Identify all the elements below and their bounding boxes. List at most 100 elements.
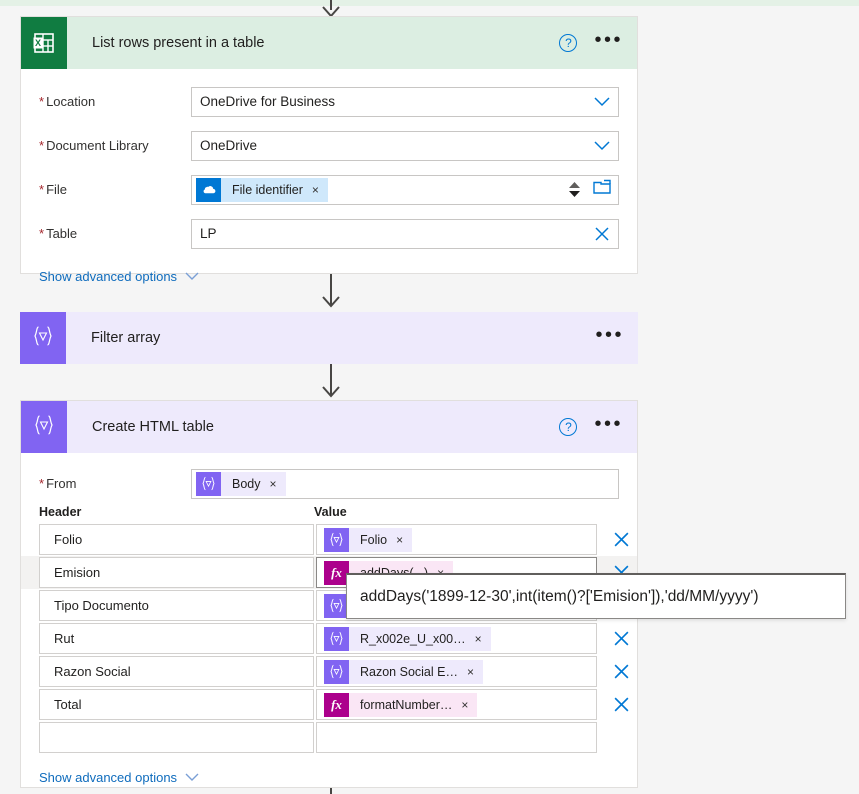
excel-icon: X	[21, 17, 67, 69]
connector-arrow-1	[322, 296, 340, 308]
token-remove-icon[interactable]: ×	[312, 183, 319, 197]
value-input[interactable]: R_x002e_U_x00… ×	[316, 623, 597, 654]
header-input[interactable]: Rut	[39, 623, 314, 654]
help-icon[interactable]: ?	[559, 34, 578, 52]
folder-picker-icon[interactable]	[593, 179, 612, 200]
form-row-file: * File File identifier ×	[21, 171, 637, 208]
token-remove-icon[interactable]: ×	[475, 632, 482, 646]
table-field[interactable]: LP	[191, 218, 619, 249]
card-header-actions: ? •••	[559, 401, 623, 453]
card-title: Create HTML table	[92, 419, 214, 435]
table-row: Rut R_x002e_U_x00… ×	[21, 622, 637, 655]
action-card-list-rows[interactable]: X List rows present in a table ? ••• * Lo…	[20, 16, 638, 284]
required-indicator: *	[39, 226, 45, 241]
location-field[interactable]: OneDrive for Business	[191, 86, 619, 117]
expression-preview-text: addDays('1899-12-30',int(item()?['Emisio…	[360, 587, 759, 605]
onedrive-icon	[196, 177, 221, 202]
from-field[interactable]: Body ×	[191, 468, 619, 499]
value-input[interactable]: Razon Social E… ×	[316, 656, 597, 687]
header-input[interactable]: Tipo Documento	[39, 590, 314, 621]
token-chip-value[interactable]: Razon Social E… ×	[324, 659, 483, 684]
help-icon[interactable]: ?	[559, 418, 578, 436]
token-chip-body[interactable]: Body ×	[196, 471, 286, 496]
column-header-value: Value	[314, 505, 347, 519]
delete-row-icon[interactable]	[613, 630, 630, 647]
token-chip-label: Body ×	[221, 471, 286, 496]
field-label-table: * Table	[39, 226, 78, 241]
field-label-from: * From	[39, 476, 77, 491]
advanced-options-label: Show advanced options	[39, 269, 178, 284]
value-input[interactable]: fx formatNumber… ×	[316, 689, 597, 720]
header-input[interactable]: Folio	[39, 524, 314, 555]
chevron-down-icon	[185, 269, 199, 284]
header-input[interactable]: Total	[39, 689, 314, 720]
token-remove-icon[interactable]: ×	[461, 698, 468, 712]
form-row-location: * Location OneDrive for Business	[21, 83, 637, 120]
token-chip-value[interactable]: Folio ×	[324, 527, 413, 552]
card-body-create-html-table: * From Body × Header Value Folio Folio ×…	[21, 465, 637, 787]
card-header-create-html-table[interactable]: Create HTML table ? •••	[21, 401, 637, 453]
card-header-filter-array[interactable]: Filter array •••	[20, 312, 638, 364]
table-row	[21, 721, 637, 754]
table-row: Razon Social Razon Social E… ×	[21, 655, 637, 688]
spinner-stepper-icon[interactable]	[567, 181, 582, 198]
braces-glyph	[32, 414, 56, 441]
required-indicator: *	[39, 476, 45, 491]
card-header-list-rows[interactable]: X List rows present in a table ? •••	[21, 17, 637, 69]
card-title: List rows present in a table	[92, 35, 265, 51]
form-row-document-library: * Document Library OneDrive	[21, 127, 637, 164]
token-chip-file-identifier[interactable]: File identifier ×	[196, 177, 328, 202]
location-value: OneDrive for Business	[200, 94, 336, 109]
header-input[interactable]	[39, 722, 314, 753]
file-field[interactable]: File identifier ×	[191, 174, 619, 205]
delete-row-icon[interactable]	[613, 696, 630, 713]
advanced-options-label: Show advanced options	[39, 770, 178, 785]
required-indicator: *	[39, 94, 45, 109]
braces-glyph	[31, 325, 55, 352]
delete-row-icon[interactable]	[613, 663, 630, 680]
column-header-header: Header	[39, 505, 82, 519]
token-chip-value[interactable]: R_x002e_U_x00… ×	[324, 626, 491, 651]
chevron-down-icon[interactable]	[594, 96, 610, 107]
dynamic-content-icon	[324, 659, 349, 684]
delete-row-icon[interactable]	[613, 531, 630, 548]
clear-x-icon[interactable]	[594, 226, 610, 242]
previous-card-strip	[0, 0, 859, 6]
more-menu-icon[interactable]: •••	[594, 30, 623, 51]
dynamic-content-icon	[196, 471, 221, 496]
form-row-table: * Table LP	[21, 215, 637, 252]
card-title: Filter array	[91, 330, 161, 346]
location-affix	[594, 96, 610, 107]
flow-designer-canvas: X List rows present in a table ? ••• * Lo…	[0, 0, 859, 794]
show-advanced-options-link-create-html-table[interactable]: Show advanced options	[39, 770, 199, 785]
token-remove-icon[interactable]: ×	[396, 533, 403, 547]
token-chip-label: Razon Social E… ×	[349, 659, 483, 684]
file-affix	[567, 179, 612, 200]
required-indicator: *	[39, 182, 45, 197]
connector-arrow-2	[322, 386, 340, 398]
token-chip-label: Folio ×	[349, 527, 413, 552]
token-chip-label: File identifier ×	[221, 177, 328, 202]
show-advanced-options-link-list-rows[interactable]: Show advanced options	[39, 269, 199, 284]
document-library-field[interactable]: OneDrive	[191, 130, 619, 161]
field-label-document-library: * Document Library	[39, 138, 149, 153]
value-input[interactable]	[316, 722, 597, 753]
table-value: LP	[200, 226, 217, 241]
table-affix	[594, 226, 610, 242]
table-row: Total fx formatNumber… ×	[21, 688, 637, 721]
dynamic-content-icon	[21, 401, 67, 453]
token-remove-icon[interactable]: ×	[270, 477, 277, 491]
value-input[interactable]: Folio ×	[316, 524, 597, 555]
header-input[interactable]: Razon Social	[39, 656, 314, 687]
expression-preview-tooltip: addDays('1899-12-30',int(item()?['Emisio…	[346, 573, 846, 619]
action-card-filter-array[interactable]: Filter array •••	[20, 312, 638, 364]
card-header-actions: •••	[595, 312, 624, 364]
token-chip-value[interactable]: fx formatNumber… ×	[324, 692, 478, 717]
header-input[interactable]: Emision	[39, 557, 314, 588]
connector-line-3	[330, 788, 332, 794]
chevron-down-icon[interactable]	[594, 140, 610, 151]
document-library-affix	[594, 140, 610, 151]
more-menu-icon[interactable]: •••	[595, 325, 624, 346]
token-remove-icon[interactable]: ×	[467, 665, 474, 679]
more-menu-icon[interactable]: •••	[594, 414, 623, 435]
